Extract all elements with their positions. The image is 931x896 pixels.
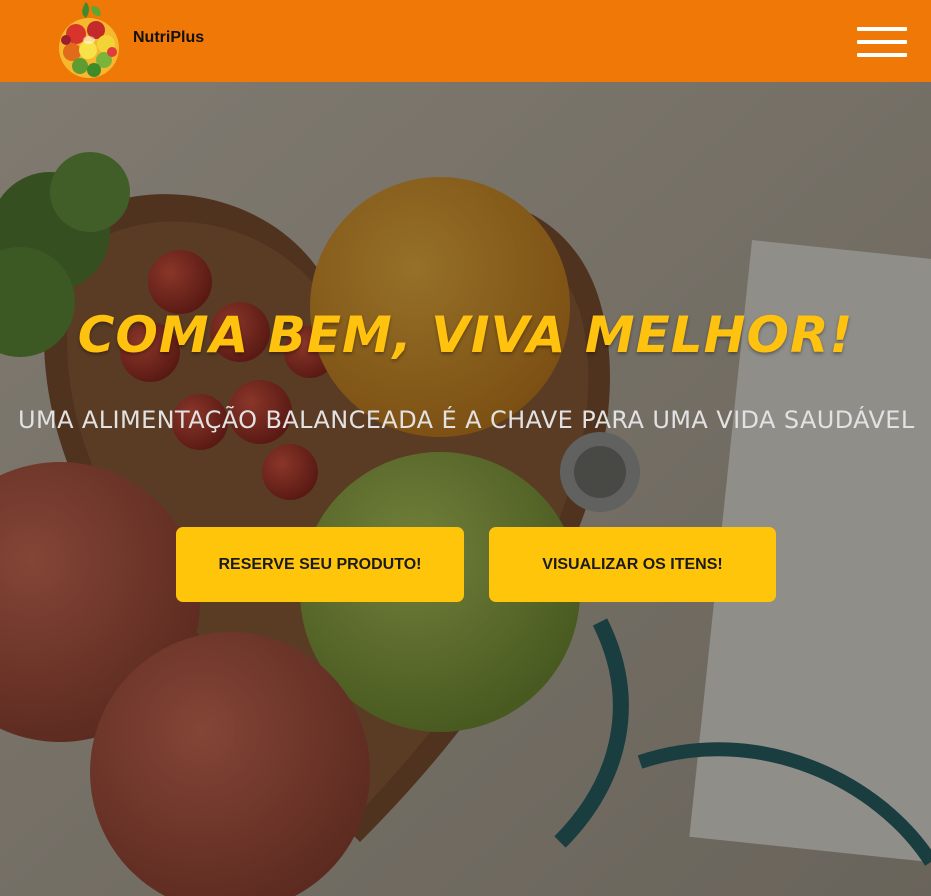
hero-title: Coma bem, viva melhor! (77, 306, 854, 364)
hero-subtitle: Uma alimentação balanceada é a chave par… (18, 406, 915, 434)
hamburger-menu-icon[interactable] (857, 27, 907, 57)
hero-section: Coma bem, viva melhor! Uma alimentação b… (0, 82, 931, 896)
fruit-bowl-logo-icon[interactable] (56, 0, 122, 80)
brand-name[interactable]: NutriPlus (133, 29, 204, 47)
menu-bar-bottom (857, 53, 907, 57)
menu-bar-middle (857, 40, 907, 44)
hero-dark-overlay (0, 82, 931, 896)
view-items-button[interactable]: VISUALIZAR OS ITENS! (489, 527, 776, 602)
reserve-product-button[interactable]: RESERVE SEU PRODUTO! (176, 527, 464, 602)
top-header: NutriPlus (0, 0, 931, 82)
menu-bar-top (857, 27, 907, 31)
